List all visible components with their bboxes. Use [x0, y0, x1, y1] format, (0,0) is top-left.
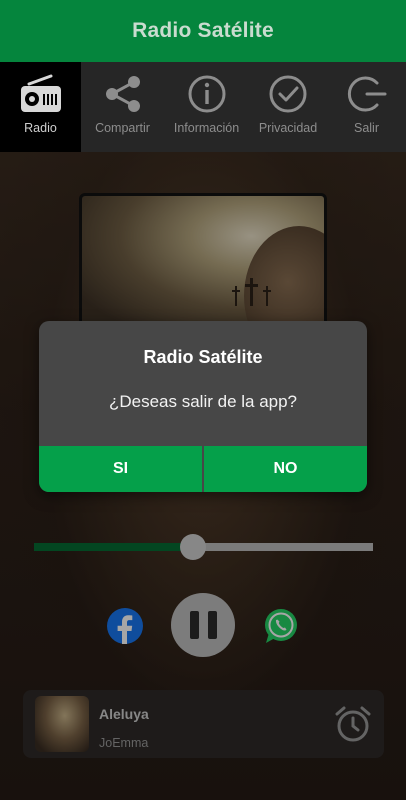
nav-label: Compartir [95, 121, 150, 135]
exit-dialog: Radio Satélite ¿Deseas salir de la app? … [39, 321, 367, 492]
app-header: Radio Satélite [0, 0, 406, 62]
check-circle-icon [269, 75, 307, 113]
nav-item-radio[interactable]: Radio [0, 62, 81, 152]
radio-icon [20, 74, 61, 112]
nav-label: Radio [24, 121, 57, 135]
nav-label: Salir [353, 121, 379, 135]
share-icon [105, 76, 140, 112]
nav-bar: Radio Compartir Información Privacidad S… [0, 62, 406, 152]
nav-item-compartir[interactable]: Compartir [81, 62, 164, 152]
dialog-message: ¿Deseas salir de la app? [108, 392, 298, 411]
app-title: Radio Satélite [132, 19, 274, 42]
nav-item-informacion[interactable]: Información [164, 62, 249, 152]
nav-item-salir[interactable]: Salir [327, 62, 406, 152]
exit-icon [347, 76, 386, 112]
nav-label: Información [173, 121, 240, 135]
nav-label: Privacidad [258, 121, 318, 135]
no-button[interactable]: NO [204, 446, 367, 492]
dialog-title: Radio Satélite [143, 347, 263, 367]
yes-button[interactable]: SI [39, 446, 202, 492]
nav-item-privacidad[interactable]: Privacidad [249, 62, 327, 152]
info-icon [188, 75, 225, 113]
